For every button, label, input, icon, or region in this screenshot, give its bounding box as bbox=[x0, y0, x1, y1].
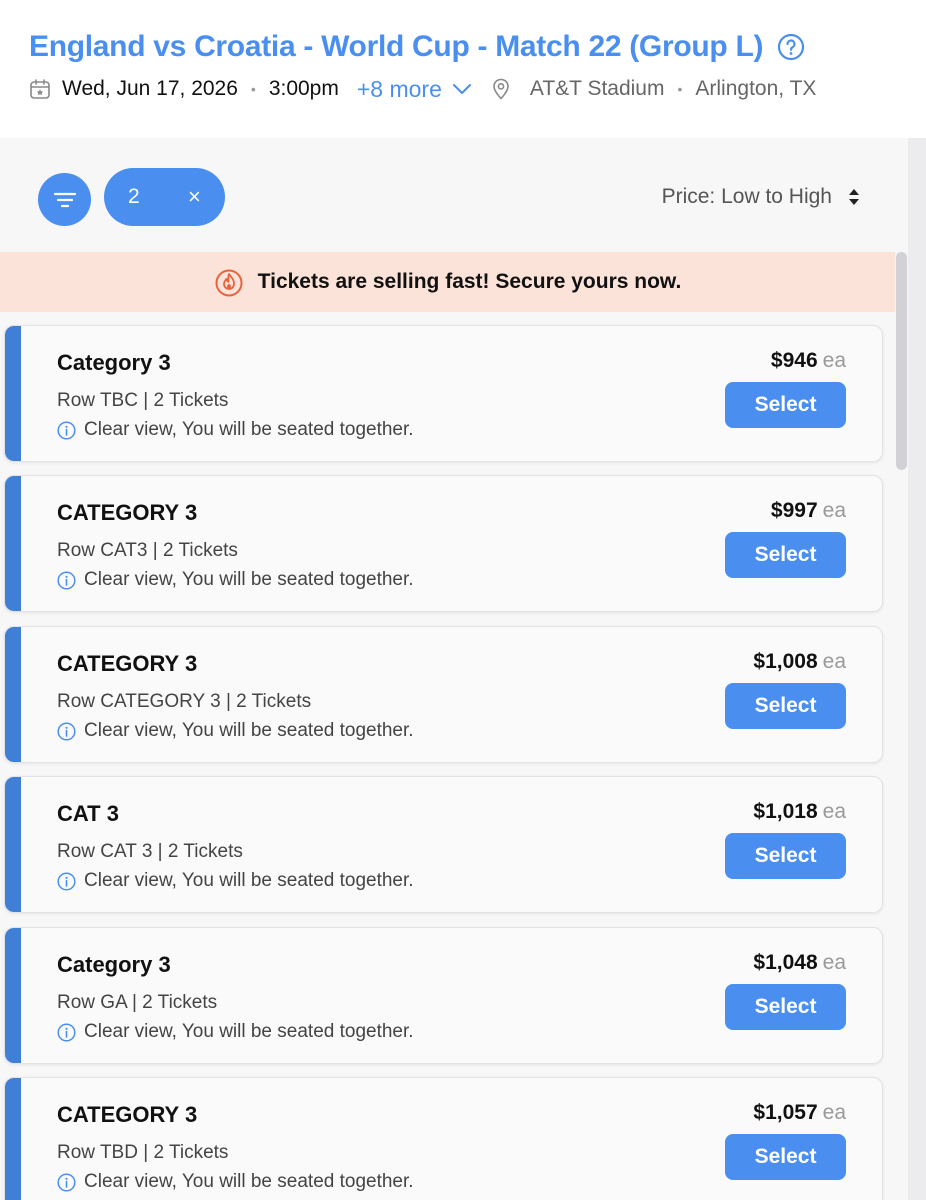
fire-icon bbox=[215, 269, 243, 297]
listing-features-text: Clear view, You will be seated together. bbox=[84, 569, 414, 590]
listing-row-qty: Row TBC | 2 Tickets bbox=[57, 390, 229, 411]
sort-dropdown[interactable]: Price: Low to High bbox=[662, 185, 860, 209]
card-accent-bar bbox=[5, 326, 21, 461]
listing-features-text: Clear view, You will be seated together. bbox=[84, 1021, 414, 1042]
listing-features: Clear view, You will be seated together. bbox=[57, 720, 414, 742]
close-icon[interactable]: × bbox=[188, 184, 201, 210]
listing-features: Clear view, You will be seated together. bbox=[57, 870, 414, 892]
price-unit: ea bbox=[822, 650, 846, 673]
listing-price: $1,048 ea bbox=[753, 951, 846, 975]
listing-row-qty: Row TBD | 2 Tickets bbox=[57, 1142, 229, 1163]
listing-card[interactable]: CATEGORY 3 Row CAT3 | 2 Tickets Clear vi… bbox=[4, 475, 883, 612]
event-date: Wed, Jun 17, 2026 bbox=[62, 77, 238, 100]
separator-dot: • bbox=[677, 81, 683, 97]
event-header: England vs Croatia - World Cup - Match 2… bbox=[0, 0, 926, 138]
price-amount: $1,048 bbox=[753, 951, 818, 974]
more-dates-link[interactable]: +8 more bbox=[357, 76, 472, 103]
sort-label: Price: Low to High bbox=[661, 185, 832, 208]
quantity-value: 2 bbox=[128, 185, 140, 208]
price-unit: ea bbox=[822, 499, 846, 522]
price-amount: $1,008 bbox=[753, 650, 818, 673]
listing-features-text: Clear view, You will be seated together. bbox=[84, 720, 414, 741]
venue-city: Arlington, TX bbox=[695, 77, 817, 100]
listing-price: $1,018 ea bbox=[753, 800, 846, 824]
select-button[interactable]: Select bbox=[725, 382, 846, 428]
listing-category: Category 3 bbox=[57, 350, 171, 375]
select-button[interactable]: Select bbox=[725, 833, 846, 879]
select-button[interactable]: Select bbox=[725, 984, 846, 1030]
filter-button[interactable] bbox=[38, 173, 91, 226]
urgency-banner: Tickets are selling fast! Secure yours n… bbox=[0, 252, 895, 312]
price-amount: $1,057 bbox=[753, 1101, 818, 1124]
info-icon bbox=[57, 420, 76, 440]
listing-features-text: Clear view, You will be seated together. bbox=[84, 419, 414, 440]
event-meta: Wed, Jun 17, 2026 • 3:00pm +8 more AT&T … bbox=[29, 74, 816, 104]
listing-features-text: Clear view, You will be seated together. bbox=[84, 1171, 414, 1192]
listing-price: $1,008 ea bbox=[753, 650, 846, 674]
listing-features: Clear view, You will be seated together. bbox=[57, 1021, 414, 1043]
info-icon bbox=[57, 721, 76, 741]
info-icon bbox=[57, 871, 76, 891]
sort-arrows-icon bbox=[849, 189, 859, 205]
listing-card[interactable]: CATEGORY 3 Row TBD | 2 Tickets Clear vie… bbox=[4, 1077, 883, 1200]
calendar-icon bbox=[30, 79, 50, 99]
listing-features: Clear view, You will be seated together. bbox=[57, 419, 414, 441]
separator-dot: • bbox=[250, 81, 256, 97]
filter-icon bbox=[53, 192, 76, 207]
listing-card[interactable]: CATEGORY 3 Row CATEGORY 3 | 2 Tickets Cl… bbox=[4, 626, 883, 763]
listings-panel: 2 × Price: Low to High Tickets are selli… bbox=[0, 138, 908, 1200]
info-icon bbox=[57, 1022, 76, 1042]
event-time: 3:00pm bbox=[268, 77, 339, 100]
price-unit: ea bbox=[822, 349, 846, 372]
info-icon bbox=[57, 570, 76, 590]
select-button[interactable]: Select bbox=[725, 683, 846, 729]
price-amount: $1,018 bbox=[753, 800, 818, 823]
listing-card[interactable]: Category 3 Row TBC | 2 Tickets Clear vie… bbox=[4, 325, 883, 462]
info-icon bbox=[57, 1172, 76, 1192]
banner-text: Tickets are selling fast! Secure yours n… bbox=[257, 270, 682, 293]
listing-category: CATEGORY 3 bbox=[57, 651, 198, 676]
price-amount: $997 bbox=[770, 499, 818, 522]
listing-price: $946 ea bbox=[771, 349, 846, 373]
scrollbar-track[interactable] bbox=[908, 138, 926, 1200]
select-button[interactable]: Select bbox=[725, 1134, 846, 1180]
help-icon[interactable] bbox=[777, 33, 805, 61]
listing-row-qty: Row CAT 3 | 2 Tickets bbox=[57, 841, 243, 862]
price-amount: $946 bbox=[770, 349, 818, 372]
venue-name[interactable]: AT&T Stadium bbox=[530, 77, 665, 101]
select-button[interactable]: Select bbox=[725, 532, 846, 578]
listing-price: $1,057 ea bbox=[753, 1101, 846, 1125]
listing-features: Clear view, You will be seated together. bbox=[57, 1171, 414, 1193]
scrollbar-thumb[interactable] bbox=[896, 252, 907, 470]
price-unit: ea bbox=[822, 800, 846, 823]
listing-category: CATEGORY 3 bbox=[57, 500, 198, 525]
listing-card[interactable]: CAT 3 Row CAT 3 | 2 Tickets Clear view, … bbox=[4, 776, 883, 913]
listing-price: $997 ea bbox=[771, 499, 846, 523]
more-dates-label: +8 more bbox=[356, 75, 442, 102]
price-unit: ea bbox=[822, 951, 846, 974]
card-accent-bar bbox=[5, 928, 21, 1063]
title-row: England vs Croatia - World Cup - Match 2… bbox=[29, 30, 805, 64]
chevron-down-icon bbox=[452, 84, 471, 94]
quantity-filter-chip[interactable]: 2 × bbox=[104, 168, 225, 226]
listing-row-qty: Row CATEGORY 3 | 2 Tickets bbox=[57, 691, 312, 712]
location-pin-icon bbox=[493, 78, 509, 100]
card-accent-bar bbox=[5, 627, 21, 762]
listing-features: Clear view, You will be seated together. bbox=[57, 569, 414, 591]
listing-row-qty: Row GA | 2 Tickets bbox=[57, 992, 218, 1013]
listing-card[interactable]: Category 3 Row GA | 2 Tickets Clear view… bbox=[4, 927, 883, 1064]
card-accent-bar bbox=[5, 1078, 21, 1200]
listing-category: Category 3 bbox=[57, 952, 171, 977]
listing-category: CAT 3 bbox=[57, 801, 119, 826]
event-title[interactable]: England vs Croatia - World Cup - Match 2… bbox=[29, 30, 763, 64]
listing-row-qty: Row CAT3 | 2 Tickets bbox=[57, 540, 238, 561]
card-accent-bar bbox=[5, 476, 21, 611]
listing-features-text: Clear view, You will be seated together. bbox=[84, 870, 414, 891]
card-accent-bar bbox=[5, 777, 21, 912]
price-unit: ea bbox=[822, 1101, 846, 1124]
listing-category: CATEGORY 3 bbox=[57, 1102, 198, 1127]
